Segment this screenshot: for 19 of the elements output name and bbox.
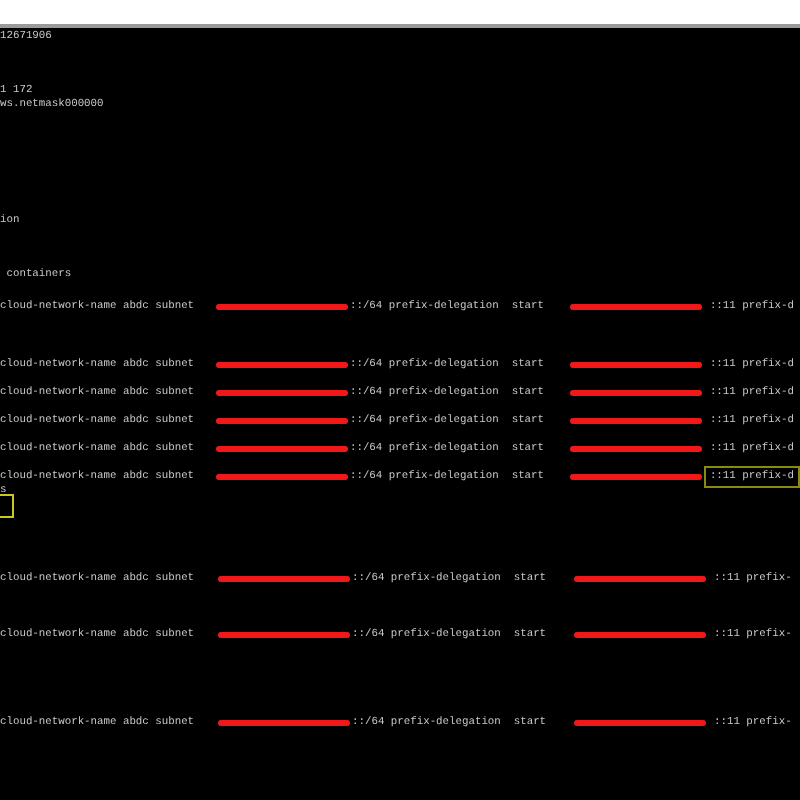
redaction-mark bbox=[216, 446, 348, 452]
redaction-mark bbox=[218, 576, 350, 582]
highlight-box bbox=[0, 493, 14, 517]
redaction-mark bbox=[574, 576, 706, 582]
redaction-mark bbox=[216, 390, 348, 396]
redaction-mark bbox=[218, 720, 350, 726]
redaction-mark bbox=[218, 632, 350, 638]
redaction-mark bbox=[570, 304, 702, 310]
redaction-mark bbox=[216, 418, 348, 424]
redaction-mark bbox=[570, 362, 702, 368]
redaction-mark bbox=[570, 446, 702, 452]
redaction-mark bbox=[216, 304, 348, 310]
redaction-mark bbox=[216, 474, 348, 480]
redaction-mark bbox=[570, 418, 702, 424]
redaction-mark bbox=[570, 474, 702, 480]
redaction-mark bbox=[216, 362, 348, 368]
redaction-mark bbox=[570, 390, 702, 396]
redaction-mark bbox=[574, 632, 706, 638]
redaction-mark bbox=[574, 720, 706, 726]
